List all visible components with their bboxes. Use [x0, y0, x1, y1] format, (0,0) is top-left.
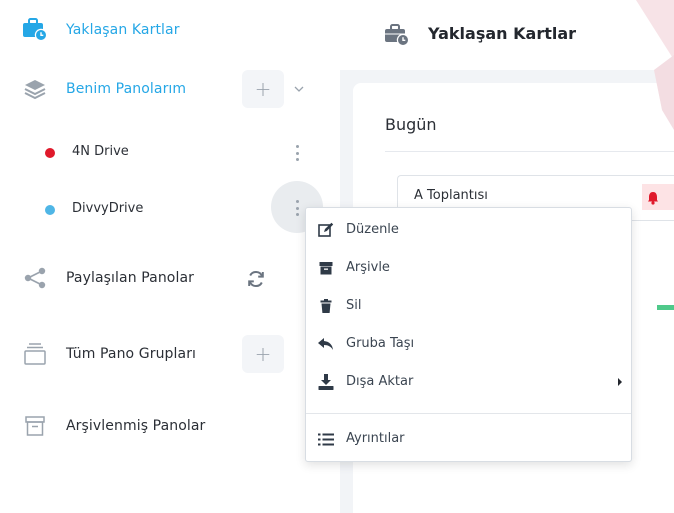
- menu-item-move-to-group[interactable]: Gruba Taşı: [306, 325, 631, 363]
- bell-icon: [647, 190, 659, 209]
- sidebar-item-upcoming-cards[interactable]: Yaklaşan Kartlar: [0, 10, 340, 50]
- submenu-arrow-icon: [618, 378, 622, 386]
- progress-bar: [657, 305, 674, 310]
- download-icon: [318, 374, 334, 390]
- board-options-icon[interactable]: [295, 145, 299, 161]
- sidebar-item-label: Tüm Pano Grupları: [66, 346, 197, 362]
- menu-item-export[interactable]: Dışa Aktar: [306, 363, 631, 401]
- board-options-icon[interactable]: [295, 200, 299, 216]
- trash-icon: [318, 298, 334, 314]
- task-title: A Toplantısı: [414, 188, 488, 203]
- decorative-shape: [636, 0, 674, 130]
- sidebar-item-shared-boards[interactable]: Paylaşılan Panolar: [0, 258, 340, 298]
- board-label: DivvyDrive: [72, 201, 144, 216]
- edit-icon: [318, 222, 334, 238]
- briefcase-clock-icon: [384, 23, 410, 47]
- sidebar-item-my-boards[interactable]: Benim Panolarım: [0, 69, 340, 109]
- menu-item-delete[interactable]: Sil: [306, 287, 631, 325]
- menu-item-label: Düzenle: [346, 222, 399, 237]
- sidebar: Yaklaşan Kartlar Benim Panolarım + 4N Dr…: [0, 0, 340, 513]
- menu-divider: [306, 413, 631, 414]
- board-color-dot: [45, 205, 55, 215]
- archive-icon: [318, 260, 334, 276]
- menu-item-label: Ayrıntılar: [346, 431, 405, 446]
- archive-box-icon: [22, 413, 48, 439]
- add-group-button[interactable]: +: [242, 335, 284, 373]
- menu-item-archive[interactable]: Arşivle: [306, 249, 631, 287]
- divider: [385, 151, 674, 152]
- sync-icon[interactable]: [245, 268, 267, 290]
- sidebar-item-all-board-groups[interactable]: Tüm Pano Grupları: [0, 334, 340, 374]
- share-icon: [22, 265, 48, 291]
- board-item-4n-drive[interactable]: 4N Drive: [0, 135, 340, 171]
- sidebar-item-label: Yaklaşan Kartlar: [66, 22, 180, 38]
- menu-item-label: Sil: [346, 298, 362, 313]
- layers-icon: [22, 76, 48, 102]
- reminder-badge: [642, 184, 674, 210]
- sidebar-item-label: Benim Panolarım: [66, 81, 187, 97]
- menu-item-details[interactable]: Ayrıntılar: [306, 420, 631, 458]
- list-icon: [318, 431, 334, 447]
- page-title: Yaklaşan Kartlar: [428, 24, 577, 43]
- menu-item-edit[interactable]: Düzenle: [306, 211, 631, 249]
- add-board-button[interactable]: +: [242, 70, 284, 108]
- menu-item-label: Arşivle: [346, 260, 390, 275]
- tray-icon: [22, 341, 48, 367]
- board-label: 4N Drive: [72, 144, 129, 159]
- sidebar-item-label: Arşivlenmiş Panolar: [66, 418, 206, 434]
- sidebar-item-label: Paylaşılan Panolar: [66, 270, 194, 286]
- menu-item-label: Dışa Aktar: [346, 374, 414, 389]
- board-options-menu: Düzenle Arşivle Sil Gruba Taşı Dışa Akta…: [305, 207, 632, 462]
- menu-item-label: Gruba Taşı: [346, 336, 415, 351]
- chevron-down-icon[interactable]: [292, 82, 306, 96]
- move-reply-icon: [318, 336, 334, 352]
- section-title: Bugün: [385, 115, 437, 134]
- sidebar-item-archived-boards[interactable]: Arşivlenmiş Panolar: [0, 406, 340, 446]
- briefcase-clock-icon: [22, 17, 48, 43]
- board-color-dot: [45, 148, 55, 158]
